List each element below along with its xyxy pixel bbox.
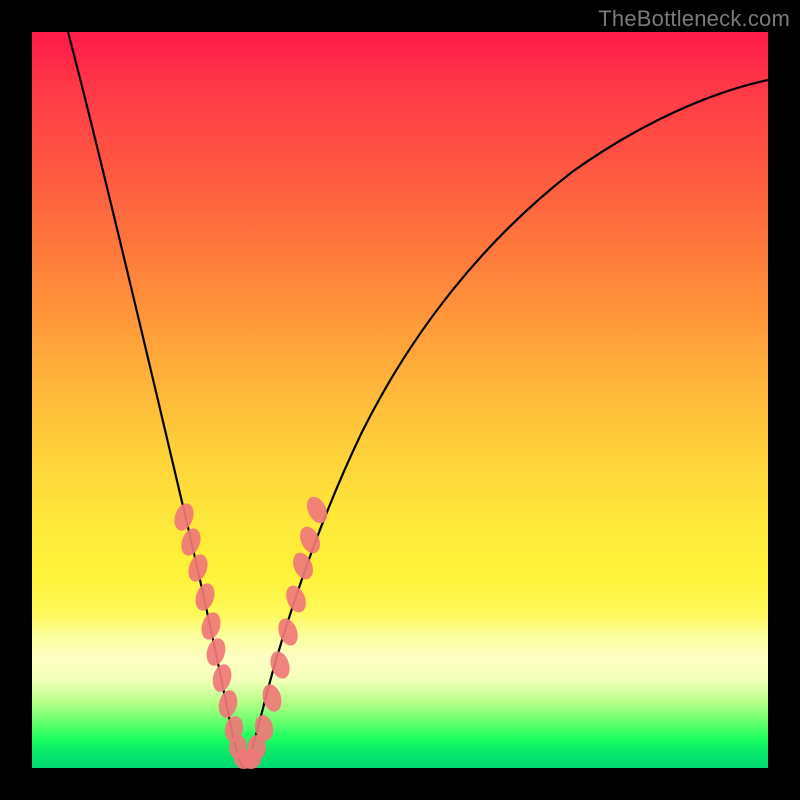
marker-dot [171, 501, 197, 533]
marker-group [171, 494, 331, 769]
marker-dot [192, 581, 217, 613]
marker-dot [282, 583, 309, 616]
marker-dot [198, 610, 223, 642]
marker-dot [210, 662, 234, 694]
chart-frame: TheBottleneck.com [0, 0, 800, 800]
watermark-text: TheBottleneck.com [598, 6, 790, 32]
marker-dot [289, 550, 317, 583]
bottleneck-curve [68, 32, 768, 768]
marker-dot [185, 552, 211, 584]
marker-dot [216, 688, 239, 719]
chart-overlay [32, 32, 768, 768]
marker-dot [275, 616, 301, 648]
marker-dot [178, 526, 204, 558]
marker-dot [204, 636, 229, 668]
